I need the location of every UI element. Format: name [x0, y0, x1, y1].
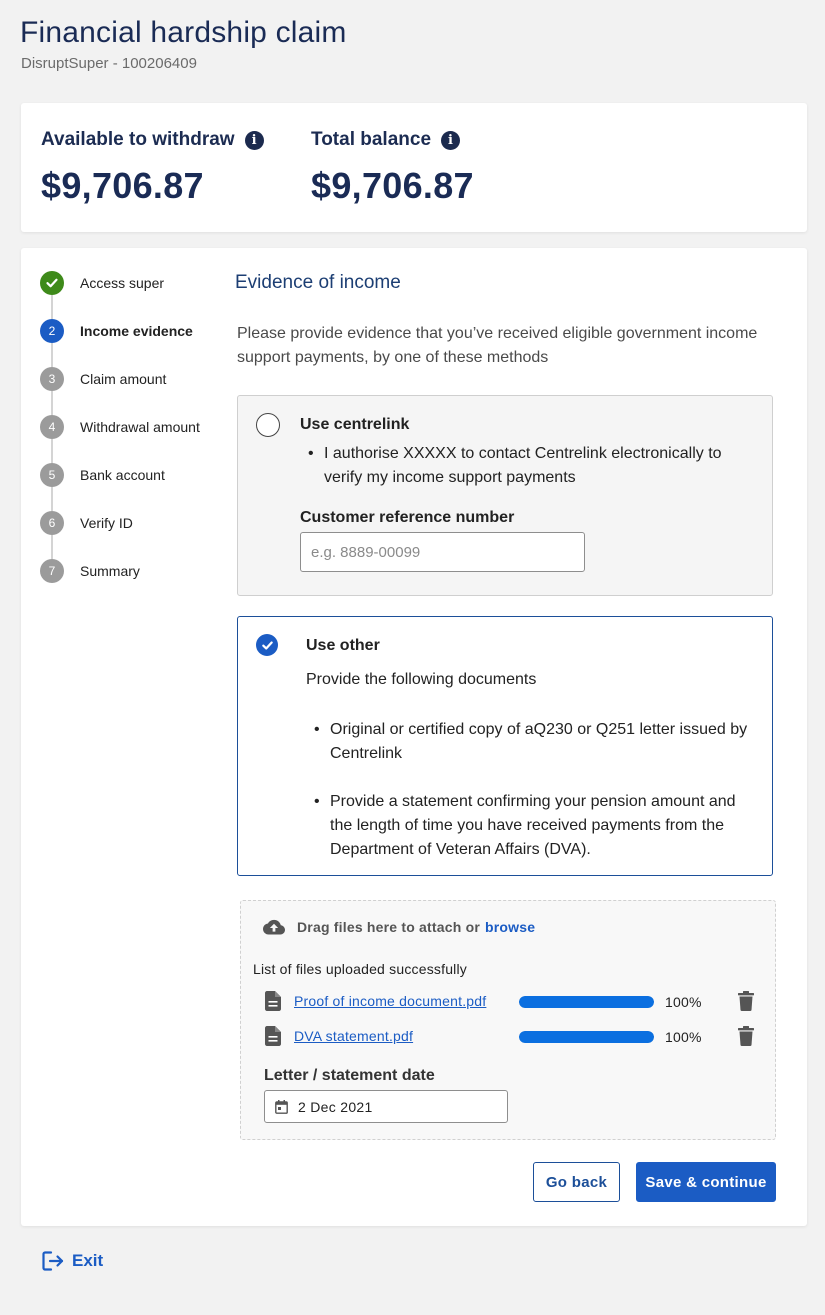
calendar-icon[interactable] — [275, 1099, 288, 1114]
progress-percent: 100% — [665, 994, 702, 1010]
step-label: Withdrawal amount — [80, 419, 200, 435]
available-value: $9,706.87 — [41, 165, 204, 206]
step-number: 4 — [40, 415, 64, 439]
other-bullets: Original or certified copy of aQ230 or Q… — [312, 718, 756, 862]
upload-success-text: List of files uploaded successfully — [253, 961, 467, 977]
step-label: Claim amount — [80, 371, 167, 387]
save-continue-button[interactable]: Save & continue — [636, 1162, 776, 1202]
check-icon[interactable] — [256, 634, 278, 656]
step-number: 3 — [40, 367, 64, 391]
progress-percent: 100% — [665, 1029, 702, 1045]
centrelink-bullets: I authorise XXXXX to contact Centrelink … — [306, 442, 746, 490]
option-description: Provide the following documents — [306, 671, 537, 688]
file-icon — [265, 991, 281, 1016]
total-balance: Total balance i $9,706.87 — [311, 129, 474, 207]
upload-progress-bar — [519, 1031, 654, 1043]
section-title: Evidence of income — [235, 272, 401, 293]
step-connector — [51, 343, 53, 367]
check-icon — [40, 271, 64, 295]
step-label: Summary — [80, 563, 140, 579]
drop-text: Drag files here to attach or — [297, 919, 480, 935]
uploaded-file-row: DVA statement.pdf 100% — [265, 1026, 765, 1048]
step-label: Verify ID — [80, 515, 133, 531]
browse-link[interactable]: browse — [485, 919, 535, 935]
bullet-item: I authorise XXXXX to contact Centrelink … — [306, 442, 746, 490]
step-connector — [51, 439, 53, 463]
progress-fill — [519, 996, 654, 1008]
step-connector — [51, 295, 53, 319]
exit-icon — [42, 1251, 64, 1271]
balance-card: Available to withdraw i $9,706.87 Total … — [21, 103, 807, 232]
file-upload-area[interactable]: Drag files here to attach or browse List… — [240, 900, 776, 1140]
bullet-item: Original or certified copy of aQ230 or Q… — [312, 718, 756, 766]
option-title: Use centrelink — [300, 416, 410, 433]
trash-icon[interactable] — [738, 1026, 754, 1051]
available-balance: Available to withdraw i $9,706.87 — [41, 129, 264, 207]
step-verify-id[interactable]: 6 Verify ID — [40, 511, 133, 535]
page-title: Financial hardship claim — [20, 16, 347, 49]
step-number: 5 — [40, 463, 64, 487]
centrelink-radio[interactable] — [256, 413, 280, 437]
progress-fill — [519, 1031, 654, 1043]
option-centrelink[interactable]: Use centrelink I authorise XXXXX to cont… — [237, 395, 773, 596]
file-icon — [265, 1026, 281, 1051]
step-withdrawal-amount[interactable]: 4 Withdrawal amount — [40, 415, 200, 439]
total-label: Total balance — [311, 129, 432, 150]
date-label: Letter / statement date — [264, 1067, 435, 1084]
step-access-super[interactable]: Access super — [40, 271, 164, 295]
step-claim-amount[interactable]: 3 Claim amount — [40, 367, 166, 391]
available-label: Available to withdraw — [41, 129, 235, 150]
step-number: 6 — [40, 511, 64, 535]
go-back-button[interactable]: Go back — [533, 1162, 620, 1202]
step-connector — [51, 487, 53, 511]
cloud-upload-icon — [263, 919, 285, 935]
option-title: Use other — [306, 637, 380, 654]
info-icon[interactable]: i — [244, 130, 264, 150]
bullet-item: Provide a statement confirming your pens… — [312, 790, 756, 862]
statement-date-input[interactable]: 2 Dec 2021 — [264, 1090, 508, 1123]
step-label: Access super — [80, 275, 165, 291]
page-subtitle: DisruptSuper - 100206409 — [21, 55, 197, 72]
customer-reference-input[interactable] — [300, 532, 585, 572]
step-label: Bank account — [80, 467, 165, 483]
option-other[interactable]: Use other Provide the following document… — [237, 616, 773, 876]
step-summary[interactable]: 7 Summary — [40, 559, 140, 583]
intro-text: Please provide evidence that you’ve rece… — [237, 325, 758, 366]
exit-label: Exit — [72, 1251, 104, 1270]
step-number: 2 — [40, 319, 64, 343]
step-number: 7 — [40, 559, 64, 583]
step-label: Income evidence — [80, 323, 193, 339]
file-link[interactable]: Proof of income document.pdf — [294, 993, 486, 1009]
info-icon[interactable]: i — [441, 130, 461, 150]
claim-form-card: Access super 2 Income evidence 3 Claim a… — [21, 248, 807, 1226]
exit-link[interactable]: Exit — [42, 1251, 103, 1271]
step-income-evidence[interactable]: 2 Income evidence — [40, 319, 193, 343]
step-bank-account[interactable]: 5 Bank account — [40, 463, 165, 487]
step-connector — [51, 391, 53, 415]
step-connector — [51, 535, 53, 559]
trash-icon[interactable] — [738, 991, 754, 1016]
file-link[interactable]: DVA statement.pdf — [294, 1028, 413, 1044]
upload-progress-bar — [519, 996, 654, 1008]
uploaded-file-row: Proof of income document.pdf 100% — [265, 991, 765, 1013]
total-value: $9,706.87 — [311, 165, 474, 206]
drop-zone[interactable]: Drag files here to attach or browse — [263, 919, 535, 935]
field-label: Customer reference number — [300, 509, 515, 526]
date-value: 2 Dec 2021 — [298, 1098, 373, 1115]
